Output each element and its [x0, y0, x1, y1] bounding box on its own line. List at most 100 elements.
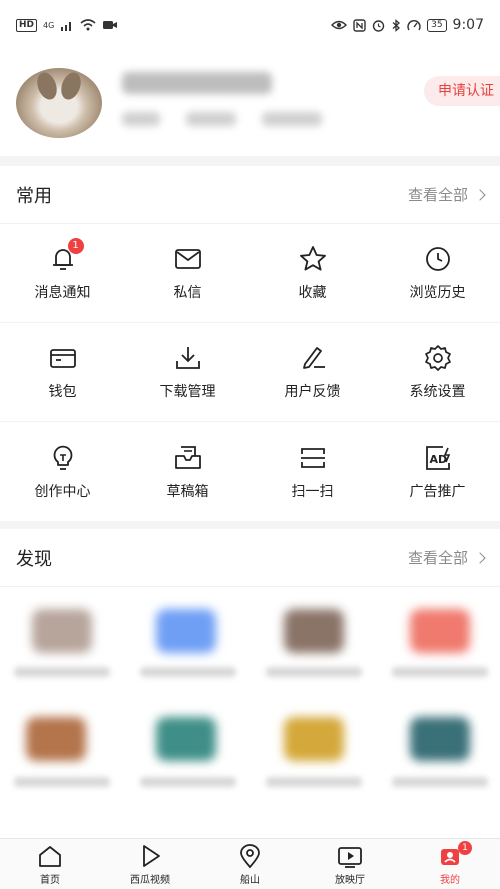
tab-screening-hall[interactable]: 放映厅 [300, 839, 400, 889]
tool-creator-center[interactable]: 创作中心 [0, 422, 125, 521]
nfc-icon [353, 18, 366, 32]
tab-label: 首页 [40, 874, 60, 886]
tool-label: 钱包 [48, 384, 77, 400]
eye-icon [331, 20, 348, 30]
tool-private-message[interactable]: 私信 [125, 224, 250, 323]
discover-caption-blurred [392, 667, 488, 677]
draft-box-icon [173, 443, 203, 473]
discover-tile-blurred[interactable] [410, 717, 470, 761]
discover-grid [0, 587, 500, 831]
tab-label: 放映厅 [335, 874, 365, 886]
video-icon [103, 21, 118, 29]
tab-mine[interactable]: 1 我的 [400, 839, 500, 889]
tool-favorites[interactable]: 收藏 [250, 224, 375, 323]
alarm-icon [372, 19, 385, 32]
avatar-rabbit-ear [57, 69, 85, 103]
common-tools-grid: 1 消息通知 私信 收藏 浏览历史 钱包 下载管理 用户反馈 系统设置 创作中心… [0, 224, 500, 521]
common-view-all-link[interactable]: 查看全部 [407, 184, 486, 205]
discover-view-all-label: 查看全部 [407, 549, 468, 567]
play-icon [143, 844, 160, 867]
tool-label: 私信 [173, 285, 202, 301]
star-icon [298, 244, 328, 274]
status-bar: HD 4G 35 9:07 [0, 0, 500, 50]
tool-drafts[interactable]: 草稿箱 [125, 422, 250, 521]
tv-icon [338, 846, 362, 868]
wallet-icon [48, 343, 78, 373]
tool-label: 消息通知 [34, 285, 91, 301]
tab-label: 我的 [440, 874, 460, 886]
signal-icon [61, 22, 72, 31]
discover-tile-blurred[interactable] [284, 609, 344, 653]
tool-label: 浏览历史 [409, 285, 466, 301]
chevron-right-icon [474, 551, 486, 564]
apply-certification-button[interactable]: 申请认证 [424, 76, 500, 106]
tool-label: 草稿箱 [166, 483, 209, 500]
common-view-all-label: 查看全部 [407, 186, 468, 204]
common-section-title: 常用 [16, 185, 52, 207]
ad-icon: AD [423, 443, 453, 473]
notification-badge: 1 [67, 238, 84, 254]
tool-label: 系统设置 [409, 384, 466, 400]
profile-header[interactable]: 申请认证 [0, 50, 500, 156]
pencil-icon [298, 343, 328, 373]
discover-view-all-link[interactable]: 查看全部 [407, 547, 486, 568]
discover-caption-blurred [392, 777, 488, 787]
lightbulb-icon [48, 443, 78, 473]
signal-type-indicator: 4G [43, 20, 55, 30]
bottom-tab-bar: 首页 西瓜视频 船山 放映厅 1 我的 [0, 838, 500, 889]
tool-feedback[interactable]: 用户反馈 [250, 323, 375, 422]
tab-mine-badge: 1 [458, 841, 472, 855]
blurred-username [122, 72, 272, 94]
bell-icon: 1 [48, 238, 84, 274]
tool-ad-promotion[interactable]: AD 广告推广 [375, 422, 500, 521]
common-section-header: 常用 查看全部 [0, 166, 500, 224]
discover-tile-blurred[interactable] [156, 609, 216, 653]
tool-label: 用户反馈 [284, 384, 341, 400]
tool-label: 广告推广 [409, 483, 466, 500]
tool-label: 收藏 [298, 285, 327, 301]
tool-download-manager[interactable]: 下载管理 [125, 323, 250, 422]
tab-home[interactable]: 首页 [0, 839, 100, 889]
discover-caption-blurred [140, 667, 236, 677]
scan-icon [298, 443, 328, 473]
common-section: 常用 查看全部 1 消息通知 私信 收藏 浏览历史 钱包 下载管理 用户反馈 系… [0, 166, 500, 521]
discover-caption-blurred [266, 777, 362, 787]
tool-label: 创作中心 [34, 483, 91, 500]
location-icon [240, 843, 260, 868]
tab-label: 船山 [240, 874, 260, 886]
tool-label: 扫一扫 [291, 483, 334, 500]
discover-caption-blurred [14, 777, 110, 787]
tool-label: 下载管理 [159, 384, 216, 400]
discover-tile-blurred[interactable] [284, 717, 344, 761]
download-icon [173, 343, 203, 373]
chevron-right-icon [474, 188, 486, 201]
discover-section: 发现 查看全部 [0, 529, 500, 838]
mail-icon [173, 244, 203, 274]
speed-gauge-icon [407, 19, 421, 30]
gear-icon [423, 343, 453, 373]
wifi-icon [80, 19, 96, 31]
tool-scan[interactable]: 扫一扫 [250, 422, 375, 521]
discover-tile-blurred[interactable] [410, 609, 470, 653]
discover-tile-blurred[interactable] [26, 717, 86, 761]
tool-settings[interactable]: 系统设置 [375, 323, 500, 422]
avatar[interactable] [16, 68, 102, 138]
tool-notifications[interactable]: 1 消息通知 [0, 224, 125, 323]
discover-tile-blurred[interactable] [156, 717, 216, 761]
home-icon [39, 845, 61, 867]
tab-location[interactable]: 船山 [200, 839, 300, 889]
discover-section-title: 发现 [16, 548, 52, 570]
discover-caption-blurred [140, 777, 236, 787]
discover-section-header: 发现 查看全部 [0, 529, 500, 587]
network-type-indicator: HD [16, 18, 38, 32]
blurred-profile-stats [122, 112, 332, 128]
bluetooth-icon [392, 18, 401, 32]
tool-history[interactable]: 浏览历史 [375, 224, 500, 323]
discover-caption-blurred [266, 667, 362, 677]
avatar-rabbit-ear [33, 69, 61, 103]
tab-xigua-video[interactable]: 西瓜视频 [100, 839, 200, 889]
tool-wallet[interactable]: 钱包 [0, 323, 125, 422]
clock-icon [423, 244, 453, 274]
battery-indicator: 35 [427, 18, 447, 32]
discover-tile-blurred[interactable] [32, 609, 92, 653]
